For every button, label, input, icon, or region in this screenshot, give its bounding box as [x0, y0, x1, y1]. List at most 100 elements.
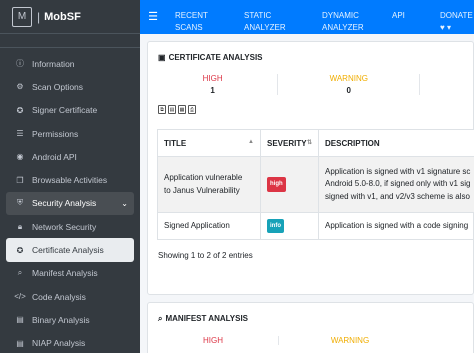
mobsf-logo-icon: M — [12, 6, 32, 27]
sidebar-item-label: Certificate Analysis — [32, 245, 104, 256]
severity-badge: high — [267, 177, 286, 192]
print-icon[interactable]: ⎙ — [188, 105, 196, 114]
cog-icon: ⚙ — [16, 82, 24, 92]
cell-severity: info — [260, 212, 319, 240]
cell-title: Signed Application — [157, 212, 261, 240]
stats-row: HIGH WARNING — [148, 336, 473, 345]
sidebar-item-permissions[interactable]: ☰ Permissions — [6, 122, 134, 145]
column-label: DESCRIPTION — [325, 138, 380, 148]
nav-line: SCANS — [175, 23, 203, 32]
cell-text: Signed Application — [164, 220, 230, 230]
column-description[interactable]: DESCRIPTION — [318, 129, 474, 157]
stat-value: 0 — [346, 86, 351, 95]
sidebar-item-label: Scan Options — [32, 81, 84, 92]
file-icon: ▤ — [16, 338, 24, 348]
list-icon: ☰ — [16, 129, 24, 139]
csv-icon[interactable]: ▤ — [168, 105, 176, 114]
sidebar-item-information[interactable]: ⓘ Information — [6, 52, 134, 75]
shield-icon: ⛨ — [17, 198, 23, 208]
certificate-icon: ✪ — [16, 105, 24, 115]
excel-icon[interactable]: ▦ — [178, 105, 186, 114]
stat-label: WARNING — [330, 336, 370, 345]
nav-api[interactable]: API — [380, 0, 410, 34]
cell-text: Android 5.0-8.0, if signed only with v1 … — [325, 179, 471, 189]
sidebar-item-label: Browsable Activities — [32, 175, 108, 186]
nav-line: ♥ ▾ — [440, 23, 451, 32]
sidebar-item-label: Android API — [32, 151, 77, 162]
file-icon: ▤ — [16, 315, 24, 325]
nav-line: RECENT — [175, 11, 208, 20]
info-circle-icon: ⓘ — [16, 59, 24, 69]
stat-label: WARNING — [329, 74, 368, 83]
stats-row: HIGH 1 WARNING 0 — [148, 74, 473, 95]
certificate-table: TITLE ▲ SEVERITY ⇅ DESCRIPTION Application… — [157, 129, 474, 240]
sidebar-item-label: Information — [32, 58, 75, 69]
nav-line: API — [392, 11, 405, 20]
nav-dynamic-analyzer[interactable]: DYNAMIC ANALYZER — [294, 0, 380, 34]
card-title-text: CERTIFICATE ANALYSIS — [168, 53, 263, 62]
column-label: TITLE — [164, 138, 187, 148]
stat-high: HIGH 1 — [148, 74, 277, 95]
search-icon: ⌕ — [158, 314, 163, 323]
stat-high: HIGH — [148, 336, 278, 345]
sidebar-item-android-api[interactable]: ◉ Android API — [6, 145, 134, 168]
nav-donate[interactable]: DONATE ♥ ▾ — [410, 0, 473, 34]
column-label: SEVERITY — [267, 138, 307, 148]
sidebar-item-niap-analysis[interactable]: ▤ NIAP Analysis — [6, 332, 134, 353]
clone-icon: ❐ — [16, 175, 24, 185]
cell-severity: high — [260, 156, 319, 213]
sidebar-item-certificate-analysis[interactable]: ✪ Certificate Analysis — [6, 238, 134, 262]
cell-description: Application is signed with v1 signature … — [318, 156, 474, 213]
card-title-text: MANIFEST ANALYSIS — [165, 314, 249, 323]
hamburger-menu-icon[interactable]: ☰ — [140, 0, 166, 23]
cell-title: Application vulnerable to Janus Vulnerabi… — [157, 156, 261, 213]
chevron-down-icon: ⌄ — [121, 198, 128, 208]
export-buttons: ⧉ ▤ ▦ ⎙ — [158, 105, 473, 114]
column-title[interactable]: TITLE ▲ — [157, 129, 261, 157]
nav-line: DYNAMIC — [322, 11, 359, 20]
top-navbar: ☰ RECENT SCANS STATIC ANALYZER DYNAMIC ANAL… — [140, 0, 474, 34]
sidebar-nav: ⓘ Information ⚙ Scan Options ✪ Signer Certi… — [0, 48, 140, 353]
table-header: TITLE ▲ SEVERITY ⇅ DESCRIPTION — [157, 129, 474, 157]
top-nav: RECENT SCANS STATIC ANALYZER DYNAMIC ANALYZ… — [166, 0, 473, 34]
sidebar-item-security-analysis[interactable]: ⛨ Security Analysis ⌄ — [6, 191, 134, 216]
sidebar-item-binary-analysis[interactable]: ▤ Binary Analysis — [6, 308, 134, 331]
cell-text: signed with v1, and v2/v3 scheme is also — [325, 191, 470, 201]
stat-label: HIGH — [202, 74, 223, 83]
nav-line: DONATE — [440, 11, 473, 20]
stat-value: 1 — [210, 86, 215, 95]
sidebar-item-label: Binary Analysis — [32, 314, 90, 325]
nav-recent-scans[interactable]: RECENT SCANS — [166, 0, 216, 34]
sidebar-item-browsable-activities[interactable]: ❐ Browsable Activities — [6, 168, 134, 191]
table-row: Application vulnerable to Janus Vulnerabi… — [157, 156, 474, 213]
sidebar-item-manifest-analysis[interactable]: ⌕ Manifest Analysis — [6, 262, 134, 285]
brand-name: MobSF — [44, 10, 81, 23]
column-severity[interactable]: SEVERITY ⇅ — [260, 129, 319, 157]
copy-icon[interactable]: ⧉ — [158, 105, 166, 114]
sidebar-item-scan-options[interactable]: ⚙ Scan Options — [6, 75, 134, 98]
nav-static-analyzer[interactable]: STATIC ANALYZER — [216, 0, 294, 34]
cell-text: Application is signed with a code signin… — [325, 220, 469, 230]
cell-text: Application vulnerable — [164, 173, 243, 182]
nav-line: STATIC — [244, 11, 272, 20]
sort-icon: ▲ — [248, 138, 254, 145]
table-info: Showing 1 to 2 of 2 entries — [158, 251, 253, 260]
user-panel — [0, 34, 140, 48]
sidebar-item-network-security[interactable]: 🔒︎ Network Security — [6, 215, 134, 238]
table-row: Signed Application info Application is s… — [157, 212, 474, 240]
search-icon: ⌕ — [17, 268, 23, 278]
sidebar-item-code-analysis[interactable]: </> Code Analysis — [6, 285, 134, 308]
sidebar-item-label: Code Analysis — [32, 291, 86, 302]
card-title: ⌕ MANIFEST ANALYSIS — [148, 303, 473, 324]
stat-warning: WARNING — [278, 336, 421, 345]
brand[interactable]: M | MobSF — [0, 0, 140, 34]
cell-text: to Janus Vulnerability — [164, 185, 240, 195]
code-icon: </> — [14, 292, 26, 302]
nav-line: ANALYZER — [322, 23, 364, 32]
stat-label: HIGH — [203, 336, 223, 345]
sidebar-item-signer-certificate[interactable]: ✪ Signer Certificate — [6, 99, 134, 122]
sidebar-item-label: Signer Certificate — [32, 105, 98, 116]
sidebar-item-label: Manifest Analysis — [32, 268, 98, 279]
sidebar: M | MobSF ⓘ Information ⚙ Scan Options ✪ Si… — [0, 0, 140, 353]
lock-icon: 🔒︎ — [17, 221, 23, 231]
